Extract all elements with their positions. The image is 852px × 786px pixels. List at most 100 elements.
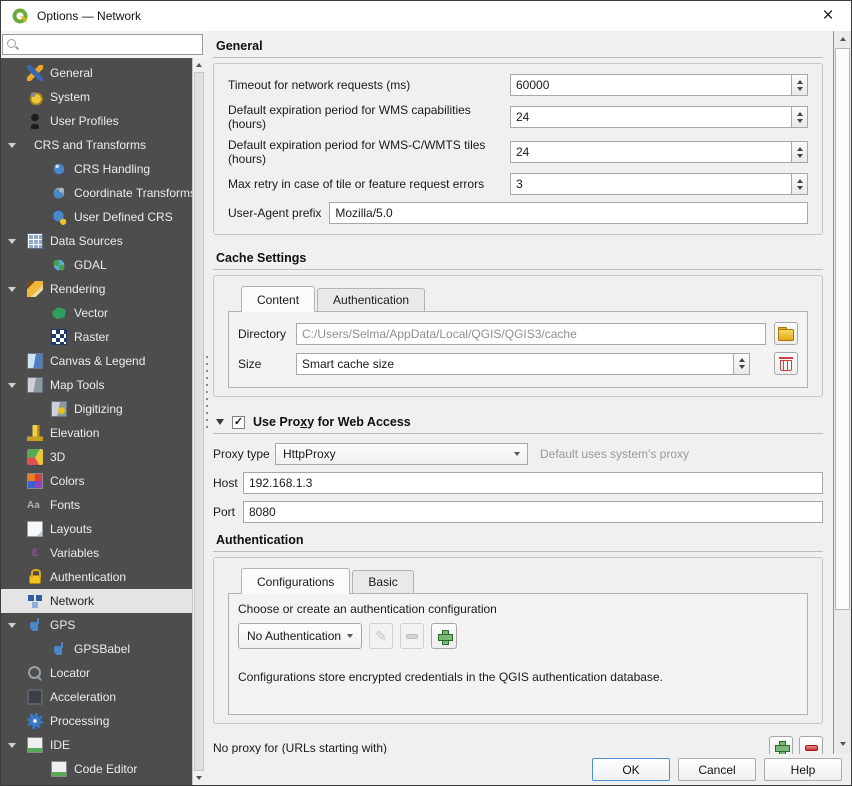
spinbox-buttons[interactable]: [791, 106, 808, 128]
sidebar-item-crs-handling[interactable]: CRS Handling: [1, 157, 192, 181]
remove-config-button[interactable]: [400, 623, 424, 649]
proxy-group-header: ✓ Use Proxy for Web Access: [213, 412, 823, 434]
cancel-button[interactable]: Cancel: [678, 758, 756, 781]
spinbox-input[interactable]: [510, 173, 791, 195]
sidebar-item-digitizing[interactable]: Digitizing: [1, 397, 192, 421]
cache-size-spinbox[interactable]: [296, 353, 750, 375]
elevation-icon: [27, 425, 43, 441]
spinbox-buttons[interactable]: [791, 141, 808, 163]
sidebar-item-label: Data Sources: [50, 234, 123, 248]
sidebar-item-gps[interactable]: GPS: [1, 613, 192, 637]
spinbox-input[interactable]: [510, 106, 791, 128]
spinbox-buttons[interactable]: [791, 74, 808, 96]
clear-cache-button[interactable]: [774, 352, 798, 375]
sidebar-item-coordinate-transforms[interactable]: Coordinate Transforms: [1, 181, 192, 205]
sidebar-item-layouts[interactable]: Layouts: [1, 517, 192, 541]
proxy-host-input[interactable]: [243, 472, 823, 494]
sidebar-item-gpsbabel[interactable]: GPSBabel: [1, 637, 192, 661]
sidebar-item-canvas-legend[interactable]: Canvas & Legend: [1, 349, 192, 373]
scroll-down-icon[interactable]: [193, 771, 205, 785]
spinbox[interactable]: [510, 141, 808, 163]
use-proxy-checkbox[interactable]: ✓: [232, 416, 245, 429]
sidebar-item-rendering[interactable]: Rendering: [1, 277, 192, 301]
spinbox[interactable]: [510, 74, 808, 96]
sidebar-scrollbar-thumb[interactable]: [194, 72, 204, 771]
cache-size-input[interactable]: [296, 353, 733, 375]
sidebar-item-data-sources[interactable]: Data Sources: [1, 229, 192, 253]
scroll-up-icon[interactable]: [834, 31, 851, 47]
data-sources-icon: [27, 233, 43, 249]
cache-size-row: Size: [238, 352, 798, 375]
sidebar-item-label: System: [50, 90, 90, 104]
collapse-icon[interactable]: [216, 419, 224, 425]
expander-icon[interactable]: [8, 623, 16, 628]
close-icon[interactable]: ×: [815, 5, 841, 27]
splitter-handle[interactable]: [205, 356, 209, 431]
auth-tab-basic[interactable]: Basic: [352, 570, 413, 593]
sidebar-item-ide[interactable]: IDE: [1, 733, 192, 757]
spinbox-buttons[interactable]: [733, 353, 750, 375]
search-input[interactable]: [2, 34, 203, 55]
canvas-legend-icon: [27, 353, 43, 369]
spinbox[interactable]: [510, 173, 808, 195]
sidebar-item-raster[interactable]: Raster: [1, 325, 192, 349]
sidebar-item-locator[interactable]: Locator: [1, 661, 192, 685]
expander-icon[interactable]: [8, 143, 16, 148]
sidebar-item-map-tools[interactable]: Map Tools: [1, 373, 192, 397]
3d-icon: [27, 449, 43, 465]
user-agent-input[interactable]: [329, 202, 808, 224]
expander-icon[interactable]: [8, 743, 16, 748]
sidebar-item-network[interactable]: Network: [1, 589, 192, 613]
field-label: Max retry in case of tile or feature req…: [228, 177, 510, 191]
sidebar-item-vector[interactable]: Vector: [1, 301, 192, 325]
auth-tab-configurations[interactable]: Configurations: [241, 568, 350, 594]
scroll-up-icon[interactable]: [193, 58, 205, 72]
sidebar-item-authentication[interactable]: Authentication: [1, 565, 192, 589]
proxy-type-value: HttpProxy: [283, 447, 336, 461]
sidebar-scrollbar[interactable]: [192, 58, 205, 785]
sidebar-item-elevation[interactable]: Elevation: [1, 421, 192, 445]
browse-directory-button[interactable]: [774, 322, 798, 345]
content-scrollbar-thumb[interactable]: [835, 48, 850, 610]
sidebar-item-3d[interactable]: 3D: [1, 445, 192, 469]
spinbox-input[interactable]: [510, 141, 791, 163]
expander-icon[interactable]: [8, 383, 16, 388]
sidebar-item-fonts[interactable]: Fonts: [1, 493, 192, 517]
sidebar-item-general[interactable]: General: [1, 61, 192, 85]
sidebar-item-crs-and-transforms[interactable]: CRS and Transforms: [1, 133, 192, 157]
add-config-button[interactable]: [431, 623, 457, 649]
remove-icon: [406, 634, 418, 639]
spinbox[interactable]: [510, 106, 808, 128]
sidebar-item-user-defined-crs[interactable]: User Defined CRS: [1, 205, 192, 229]
content-scrollbar[interactable]: [834, 31, 851, 754]
cache-tab-content[interactable]: Content: [241, 286, 315, 312]
cache-directory-row: Directory: [238, 322, 798, 345]
spinbox-buttons[interactable]: [791, 173, 808, 195]
sidebar-item-system[interactable]: System: [1, 85, 192, 109]
sidebar-item-variables[interactable]: Variables: [1, 541, 192, 565]
expander-icon[interactable]: [8, 287, 16, 292]
expander-icon[interactable]: [8, 239, 16, 244]
sidebar-item-code-editor[interactable]: Code Editor: [1, 757, 192, 781]
cache-tab-authentication[interactable]: Authentication: [317, 288, 425, 311]
sidebar-item-label: Variables: [50, 546, 99, 560]
remove-url-button[interactable]: [799, 736, 823, 754]
sidebar-item-gdal[interactable]: GDAL: [1, 253, 192, 277]
sidebar-item-acceleration[interactable]: Acceleration: [1, 685, 192, 709]
add-url-button[interactable]: [769, 736, 793, 754]
sidebar-item-user-profiles[interactable]: User Profiles: [1, 109, 192, 133]
auth-config-select[interactable]: No Authentication: [238, 623, 362, 649]
fonts-icon: [27, 497, 43, 513]
proxy-port-input[interactable]: [243, 501, 823, 523]
help-button[interactable]: Help: [764, 758, 842, 781]
ok-button[interactable]: OK: [592, 758, 670, 781]
sidebar-item-label: CRS and Transforms: [34, 138, 146, 152]
spinbox-input[interactable]: [510, 74, 791, 96]
sidebar-item-colors[interactable]: Colors: [1, 469, 192, 493]
cache-directory-input[interactable]: [296, 323, 766, 345]
proxy-type-select[interactable]: HttpProxy: [275, 443, 528, 465]
scroll-down-icon[interactable]: [834, 736, 851, 752]
edit-config-button[interactable]: ✎: [369, 623, 393, 649]
general-heading: General: [213, 36, 823, 58]
sidebar-item-processing[interactable]: Processing: [1, 709, 192, 733]
